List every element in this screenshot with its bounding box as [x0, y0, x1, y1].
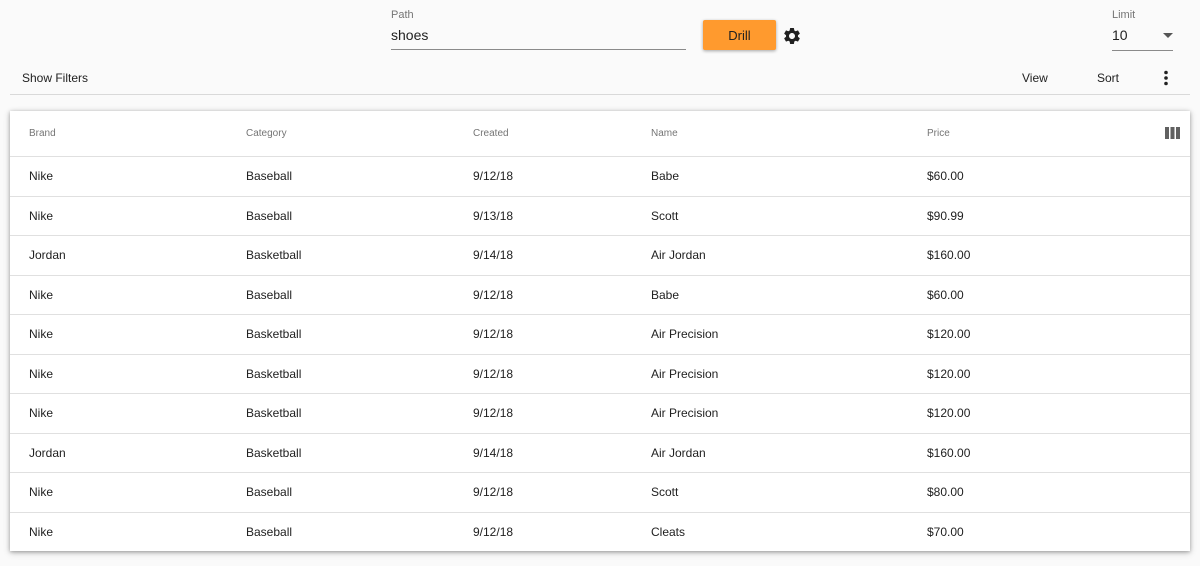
table-row[interactable]: Nike Baseball 9/12/18 Babe $60.00: [10, 276, 1190, 315]
limit-select[interactable]: 10: [1112, 26, 1173, 51]
cell-price: $120.00: [927, 327, 971, 341]
view-column-icon[interactable]: [1165, 127, 1180, 139]
cell-category: Baseball: [246, 524, 293, 539]
table-header: Brand Category Created Name Price: [10, 111, 1190, 157]
cell-brand: Nike: [29, 406, 54, 420]
limit-label: Limit: [1112, 9, 1136, 21]
more-vert-icon[interactable]: [1160, 68, 1172, 88]
cell-brand: Nike: [29, 327, 54, 341]
cell-created: 9/13/18: [473, 208, 514, 223]
cell-created: 9/14/18: [473, 248, 514, 262]
cell-name: Babe: [651, 287, 680, 302]
table-row[interactable]: Nike Basketball 9/12/18 Air Precision $1…: [10, 394, 1190, 434]
cell-brand: Nike: [29, 169, 54, 183]
cell-name: Scott: [651, 485, 679, 499]
cell-name: Cleats: [651, 524, 686, 539]
header-category[interactable]: Category: [246, 111, 287, 156]
show-filters-button[interactable]: Show Filters: [22, 66, 88, 90]
cell-brand: Nike: [29, 524, 54, 539]
cell-category: Baseball: [246, 485, 293, 499]
cell-created: 9/12/18: [473, 406, 514, 420]
view-button[interactable]: View: [1022, 66, 1048, 90]
cell-name: Babe: [651, 169, 680, 183]
drill-button[interactable]: Drill: [703, 20, 776, 50]
cell-created: 9/12/18: [473, 524, 514, 539]
header-brand[interactable]: Brand: [29, 111, 56, 156]
cell-price: $120.00: [927, 406, 971, 420]
cell-created: 9/12/18: [473, 485, 514, 499]
limit-value: 10: [1112, 27, 1128, 43]
cell-brand: Jordan: [29, 445, 66, 460]
cell-name: Air Jordan: [651, 248, 706, 262]
cell-brand: Jordan: [29, 248, 66, 262]
header-price[interactable]: Price: [927, 111, 950, 156]
table-row[interactable]: Nike Baseball 9/12/18 Babe $60.00: [10, 157, 1190, 197]
table-row[interactable]: Nike Basketball 9/12/18 Air Precision $1…: [10, 315, 1190, 355]
cell-category: Basketball: [246, 406, 302, 420]
table-row[interactable]: Nike Baseball 9/13/18 Scott $90.99: [10, 197, 1190, 236]
cell-category: Basketball: [246, 445, 302, 460]
cell-price: $120.00: [927, 366, 971, 381]
cell-category: Baseball: [246, 169, 293, 183]
cell-created: 9/12/18: [473, 327, 514, 341]
cell-name: Air Jordan: [651, 445, 706, 460]
cell-price: $160.00: [927, 445, 971, 460]
cell-brand: Nike: [29, 366, 54, 381]
path-label: Path: [391, 9, 414, 21]
cell-created: 9/14/18: [473, 445, 514, 460]
cell-created: 9/12/18: [473, 169, 514, 183]
toolbar: Show Filters View Sort: [10, 62, 1190, 95]
cell-created: 9/12/18: [473, 287, 514, 302]
sort-button[interactable]: Sort: [1097, 66, 1119, 90]
cell-brand: Nike: [29, 208, 54, 223]
path-input[interactable]: [391, 26, 686, 50]
cell-price: $160.00: [927, 248, 971, 262]
cell-price: $90.99: [927, 208, 964, 223]
cell-name: Air Precision: [651, 406, 719, 420]
table-row[interactable]: Nike Baseball 9/12/18 Cleats $70.00: [10, 513, 1190, 553]
cell-category: Basketball: [246, 366, 302, 381]
cell-price: $60.00: [927, 169, 964, 183]
cell-brand: Nike: [29, 287, 54, 302]
limit-field: Limit 10: [1112, 9, 1173, 51]
cell-name: Air Precision: [651, 327, 719, 341]
cell-name: Air Precision: [651, 366, 719, 381]
cell-name: Scott: [651, 208, 679, 223]
cell-price: $80.00: [927, 485, 964, 499]
table-row[interactable]: Jordan Basketball 9/14/18 Air Jordan $16…: [10, 434, 1190, 473]
path-field: Path: [391, 9, 686, 50]
results-table: Brand Category Created Name Price Nike B…: [10, 111, 1190, 551]
caret-down-icon: [1163, 33, 1173, 38]
header-name[interactable]: Name: [651, 111, 678, 156]
cell-category: Basketball: [246, 248, 302, 262]
gear-icon[interactable]: [782, 26, 802, 46]
table-row[interactable]: Jordan Basketball 9/14/18 Air Jordan $16…: [10, 236, 1190, 276]
header-created[interactable]: Created: [473, 111, 509, 156]
cell-price: $60.00: [927, 287, 964, 302]
cell-price: $70.00: [927, 524, 964, 539]
table-row[interactable]: Nike Baseball 9/12/18 Scott $80.00: [10, 473, 1190, 513]
cell-category: Baseball: [246, 208, 293, 223]
cell-category: Baseball: [246, 287, 293, 302]
cell-brand: Nike: [29, 485, 54, 499]
cell-category: Basketball: [246, 327, 302, 341]
table-row[interactable]: Nike Basketball 9/12/18 Air Precision $1…: [10, 355, 1190, 394]
cell-created: 9/12/18: [473, 366, 514, 381]
